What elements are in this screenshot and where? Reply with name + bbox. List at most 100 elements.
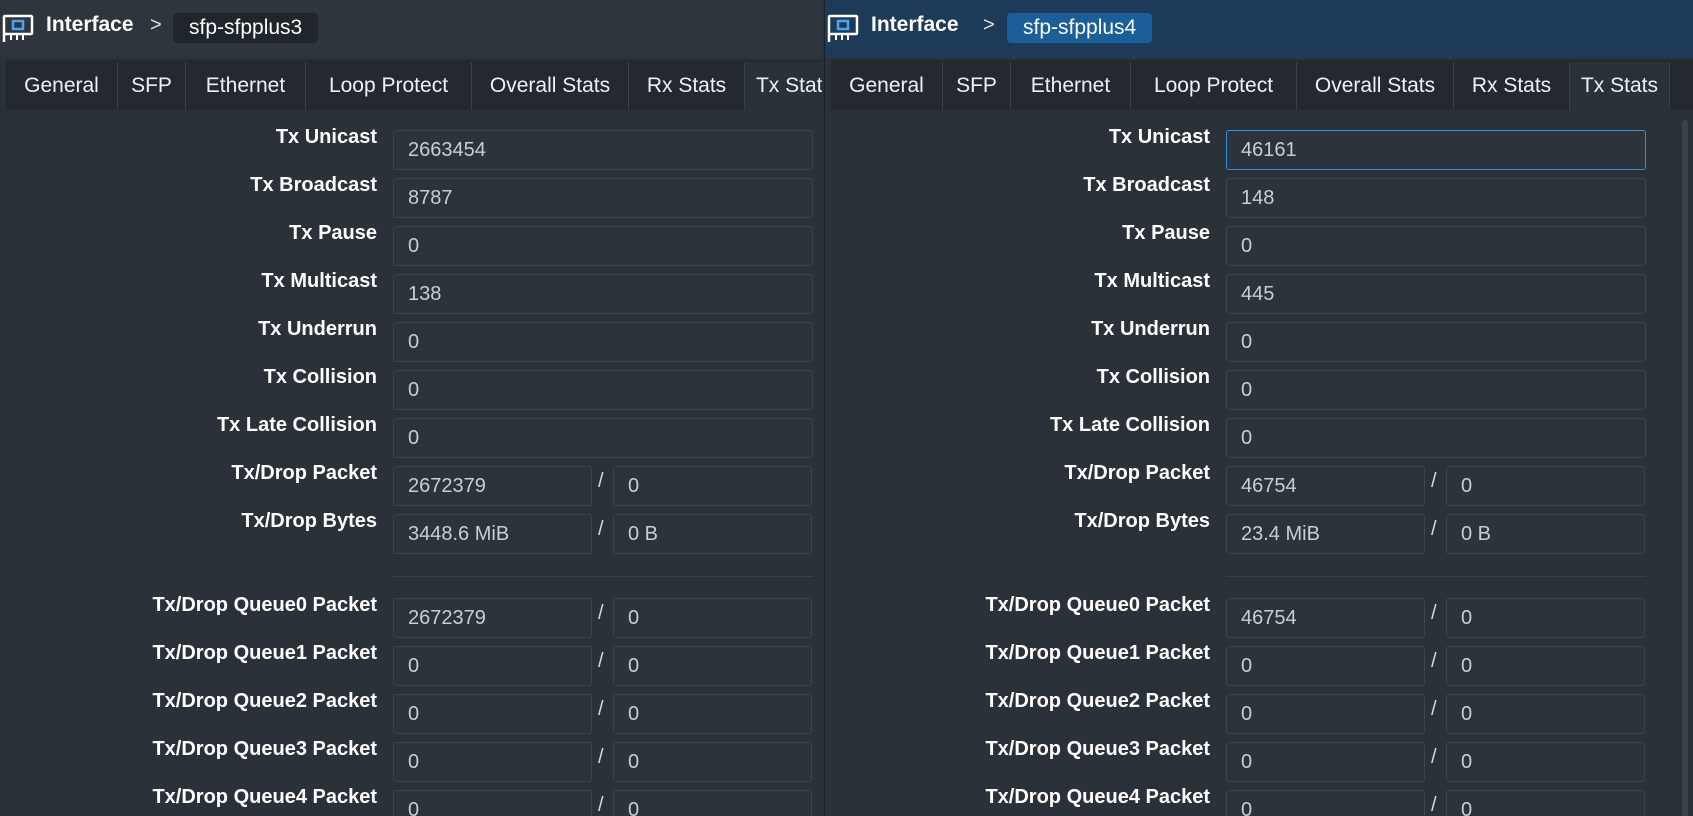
field-label-tx-drop-packet: Tx/Drop Packet: [1064, 462, 1210, 484]
field-label-q4: Tx/Drop Queue4 Packet: [152, 786, 377, 808]
section-divider: [1226, 576, 1646, 577]
field-label-q0: Tx/Drop Queue0 Packet: [152, 594, 377, 616]
tab-bar: General SFP Ethernet Loop Protect Overall St…: [831, 60, 1693, 110]
breadcrumb-separator: >: [150, 14, 162, 36]
field-label-tx-drop-bytes: Tx/Drop Bytes: [241, 510, 377, 532]
field-label-q2: Tx/Drop Queue2 Packet: [152, 690, 377, 712]
tab-sfp[interactable]: SFP: [943, 62, 1011, 110]
tx-drop-packet-drop-field[interactable]: 0: [613, 466, 812, 506]
tab-tx-stats[interactable]: Tx Stats: [1570, 62, 1670, 110]
value-separator: /: [598, 470, 604, 492]
field-label-tx-unicast: Tx Unicast: [275, 126, 377, 148]
q4-tx-field[interactable]: 0: [1226, 790, 1425, 816]
window-titlebar[interactable]: Interface > sfp-sfpplus4: [825, 0, 1693, 58]
field-label-tx-underrun: Tx Underrun: [258, 318, 377, 340]
tab-loop-protect[interactable]: Loop Protect: [306, 62, 472, 110]
tx-drop-bytes-tx-field[interactable]: 23.4 MiB: [1226, 514, 1425, 554]
q2-tx-field[interactable]: 0: [1226, 694, 1425, 734]
breadcrumb-current-interface[interactable]: sfp-sfpplus4: [1007, 13, 1153, 43]
field-label-tx-multicast: Tx Multicast: [261, 270, 377, 292]
field-label-q1: Tx/Drop Queue1 Packet: [985, 642, 1210, 664]
tx-underrun-field[interactable]: 0: [1226, 322, 1646, 362]
tab-ethernet[interactable]: Ethernet: [1011, 62, 1131, 110]
tx-broadcast-field[interactable]: 148: [1226, 178, 1646, 218]
q1-tx-field[interactable]: 0: [1226, 646, 1425, 686]
tx-drop-bytes-drop-field[interactable]: 0 B: [1446, 514, 1645, 554]
tx-drop-packet-drop-field[interactable]: 0: [1446, 466, 1645, 506]
vertical-scrollbar[interactable]: [1682, 120, 1688, 816]
field-label-q4: Tx/Drop Queue4 Packet: [985, 786, 1210, 808]
q0-tx-field[interactable]: 2672379: [393, 598, 592, 638]
section-divider: [393, 576, 813, 577]
q3-tx-field[interactable]: 0: [1226, 742, 1425, 782]
tx-multicast-field[interactable]: 138: [393, 274, 813, 314]
q2-drop-field[interactable]: 0: [613, 694, 812, 734]
field-label-tx-drop-packet: Tx/Drop Packet: [231, 462, 377, 484]
tx-underrun-field[interactable]: 0: [393, 322, 813, 362]
tx-drop-bytes-drop-field[interactable]: 0 B: [613, 514, 812, 554]
tx-drop-bytes-tx-field[interactable]: 3448.6 MiB: [393, 514, 592, 554]
field-label-q0: Tx/Drop Queue0 Packet: [985, 594, 1210, 616]
field-label-tx-drop-bytes: Tx/Drop Bytes: [1074, 510, 1210, 532]
tab-rx-stats[interactable]: Rx Stats: [1454, 62, 1570, 110]
q0-drop-field[interactable]: 0: [613, 598, 812, 638]
tx-drop-packet-tx-field[interactable]: 2672379: [393, 466, 592, 506]
field-label-tx-pause: Tx Pause: [289, 222, 377, 244]
field-label-tx-underrun: Tx Underrun: [1091, 318, 1210, 340]
q1-drop-field[interactable]: 0: [1446, 646, 1645, 686]
tab-rx-stats[interactable]: Rx Stats: [629, 62, 745, 110]
value-separator: /: [598, 518, 604, 540]
tab-ethernet[interactable]: Ethernet: [186, 62, 306, 110]
value-separator: /: [598, 794, 604, 816]
tx-late-collision-field[interactable]: 0: [1226, 418, 1646, 458]
value-separator: /: [1431, 602, 1437, 624]
q1-tx-field[interactable]: 0: [393, 646, 592, 686]
value-separator: /: [1431, 746, 1437, 768]
field-label-q3: Tx/Drop Queue3 Packet: [152, 738, 377, 760]
q2-drop-field[interactable]: 0: [1446, 694, 1645, 734]
tx-pause-field[interactable]: 0: [1226, 226, 1646, 266]
field-label-tx-late-collision: Tx Late Collision: [1049, 414, 1210, 436]
tab-bar: General SFP Ethernet Loop Protect Overall St…: [6, 60, 822, 110]
value-separator: /: [598, 698, 604, 720]
field-label-tx-collision: Tx Collision: [1096, 366, 1210, 388]
breadcrumb-root[interactable]: Interface: [46, 13, 134, 37]
q4-drop-field[interactable]: 0: [1446, 790, 1645, 816]
network-card-icon: [827, 14, 859, 42]
breadcrumb-current-interface[interactable]: sfp-sfpplus3: [173, 13, 319, 43]
value-separator: /: [1431, 518, 1437, 540]
tab-tx-stats[interactable]: Tx Stats: [745, 62, 822, 110]
tx-unicast-field[interactable]: 2663454: [393, 130, 813, 170]
tx-multicast-field[interactable]: 445: [1226, 274, 1646, 314]
q2-tx-field[interactable]: 0: [393, 694, 592, 734]
field-label-tx-broadcast: Tx Broadcast: [1083, 174, 1210, 196]
q3-drop-field[interactable]: 0: [613, 742, 812, 782]
tab-sfp[interactable]: SFP: [118, 62, 186, 110]
value-separator: /: [1431, 650, 1437, 672]
q4-tx-field[interactable]: 0: [393, 790, 592, 816]
tab-overall-stats[interactable]: Overall Stats: [472, 62, 629, 110]
field-label-tx-unicast: Tx Unicast: [1108, 126, 1210, 148]
q0-tx-field[interactable]: 46754: [1226, 598, 1425, 638]
tx-pause-field[interactable]: 0: [393, 226, 813, 266]
field-label-tx-collision: Tx Collision: [263, 366, 377, 388]
tx-late-collision-field[interactable]: 0: [393, 418, 813, 458]
tx-collision-field[interactable]: 0: [393, 370, 813, 410]
tx-unicast-field[interactable]: 46161: [1226, 130, 1646, 170]
q1-drop-field[interactable]: 0: [613, 646, 812, 686]
tab-loop-protect[interactable]: Loop Protect: [1131, 62, 1297, 110]
tx-collision-field[interactable]: 0: [1226, 370, 1646, 410]
value-separator: /: [1431, 698, 1437, 720]
tab-general[interactable]: General: [831, 62, 943, 110]
tab-overall-stats[interactable]: Overall Stats: [1297, 62, 1454, 110]
tx-drop-packet-tx-field[interactable]: 46754: [1226, 466, 1425, 506]
q3-drop-field[interactable]: 0: [1446, 742, 1645, 782]
q4-drop-field[interactable]: 0: [613, 790, 812, 816]
q0-drop-field[interactable]: 0: [1446, 598, 1645, 638]
tx-broadcast-field[interactable]: 8787: [393, 178, 813, 218]
tab-general[interactable]: General: [6, 62, 118, 110]
breadcrumb-root[interactable]: Interface: [871, 13, 959, 37]
window-titlebar[interactable]: Interface > sfp-sfpplus3: [0, 0, 822, 58]
interface-panel-sfpplus4: Interface > sfp-sfpplus4 General SFP Ether…: [824, 0, 1693, 816]
q3-tx-field[interactable]: 0: [393, 742, 592, 782]
